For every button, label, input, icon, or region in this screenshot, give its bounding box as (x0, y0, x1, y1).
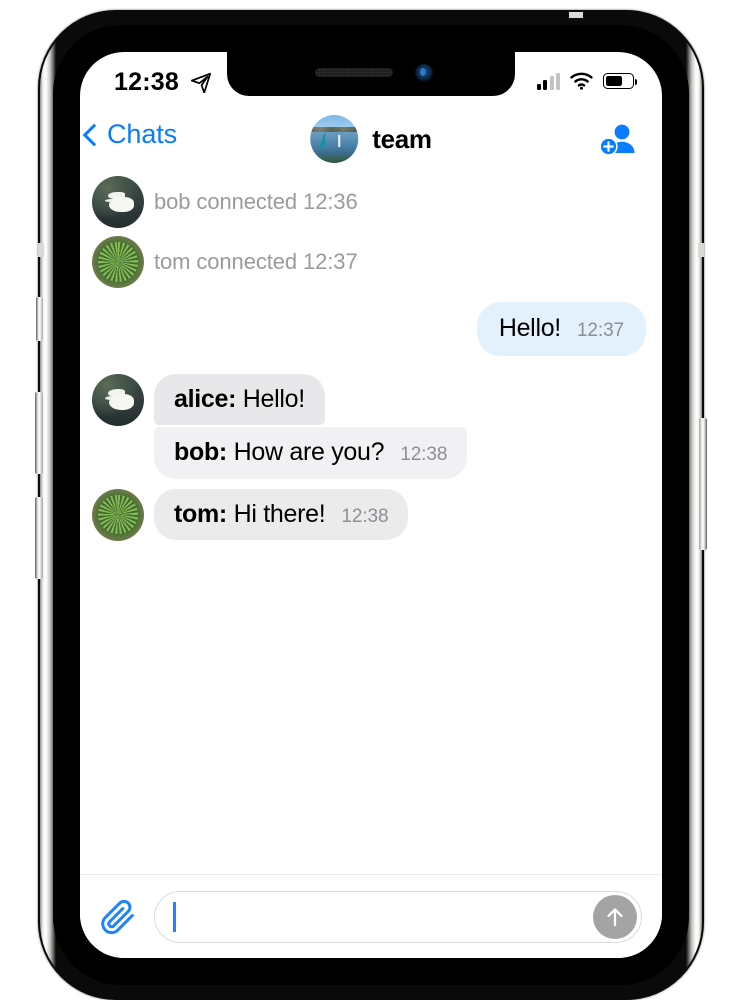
status-time: 12:38 (114, 68, 179, 96)
message-bubble-incoming[interactable]: alice: Hello! (154, 373, 325, 425)
add-person-icon (599, 124, 635, 156)
group-avatar[interactable] (310, 115, 359, 163)
message-text: alice: Hello! (174, 385, 305, 415)
nav-bar: Chats team (80, 108, 662, 170)
message-text: Hello! (498, 314, 561, 342)
message-bubble-outgoing[interactable]: Hello! 12:37 (476, 302, 646, 356)
notch (227, 52, 515, 96)
message-input-wrapper[interactable] (154, 890, 642, 943)
message-timestamp: 12:38 (400, 444, 448, 465)
message-text: bob: How are you? (174, 438, 385, 468)
message-sender: tom: (174, 499, 227, 528)
battery-icon (603, 73, 638, 89)
list-item: bob connected 12:36 (80, 176, 662, 228)
volume-down-button[interactable] (35, 497, 43, 579)
message-timestamp: 12:38 (341, 505, 389, 527)
screenshot-stage: 12:38 Chats team bob connected 12:36 tom… (0, 0, 742, 1000)
antenna-line-right (698, 243, 704, 257)
mute-switch-button[interactable] (36, 297, 43, 341)
message-timestamp: 12:37 (576, 320, 624, 341)
message-sender: alice: (174, 384, 237, 413)
phone-screen: 12:38 Chats team bob connected 12:36 tom… (80, 52, 662, 958)
list-item: tom connected 12:37 (80, 236, 662, 288)
power-side-button[interactable] (699, 418, 707, 550)
chevron-left-icon (82, 123, 106, 146)
back-button[interactable]: Chats (80, 119, 177, 150)
volume-up-button[interactable] (35, 392, 43, 474)
message-composer (80, 874, 662, 958)
cellular-signal-icon (536, 72, 560, 90)
system-message-text: tom connected 12:37 (154, 249, 358, 274)
message-body: How are you? (226, 438, 385, 466)
paperclip-icon (101, 899, 134, 934)
message-row-outgoing: Hello! 12:37 (80, 302, 662, 356)
page-title: team (372, 123, 432, 154)
wifi-icon (570, 72, 593, 90)
message-list[interactable]: bob connected 12:36 tom connected 12:37 … (80, 170, 662, 874)
status-indicators (536, 72, 638, 90)
avatar[interactable] (92, 236, 144, 288)
message-text: tom: Hi there! (174, 499, 326, 530)
back-button-label: Chats (107, 119, 178, 149)
avatar[interactable] (92, 488, 144, 541)
message-bubble-group: alice: Hello! bob: How are you? 12:38 (154, 373, 468, 479)
message-input[interactable] (177, 903, 583, 930)
location-arrow-icon (190, 71, 212, 98)
antenna-line-left (38, 243, 44, 257)
message-row-incoming: alice: Hello! bob: How are you? 12:38 (80, 373, 662, 479)
front-camera-icon (415, 64, 433, 82)
nav-title-group[interactable]: team (310, 115, 432, 163)
message-sender: bob: (174, 438, 227, 466)
avatar[interactable] (92, 176, 144, 228)
send-button[interactable] (593, 894, 637, 939)
arrow-up-icon (607, 907, 623, 926)
add-person-button[interactable] (598, 120, 640, 158)
earpiece-speaker-icon (315, 68, 393, 77)
message-body: Hello! (236, 384, 305, 413)
message-body: Hi there! (226, 499, 326, 528)
system-message-text: bob connected 12:36 (154, 189, 358, 214)
text-cursor (173, 901, 176, 932)
avatar[interactable] (92, 373, 144, 426)
message-bubble-incoming[interactable]: tom: Hi there! 12:38 (154, 488, 409, 540)
antenna-line-top (569, 12, 583, 18)
message-row-incoming: tom: Hi there! 12:38 (80, 488, 662, 541)
message-bubble-incoming[interactable]: bob: How are you? 12:38 (154, 427, 468, 479)
attach-button[interactable] (98, 895, 140, 939)
